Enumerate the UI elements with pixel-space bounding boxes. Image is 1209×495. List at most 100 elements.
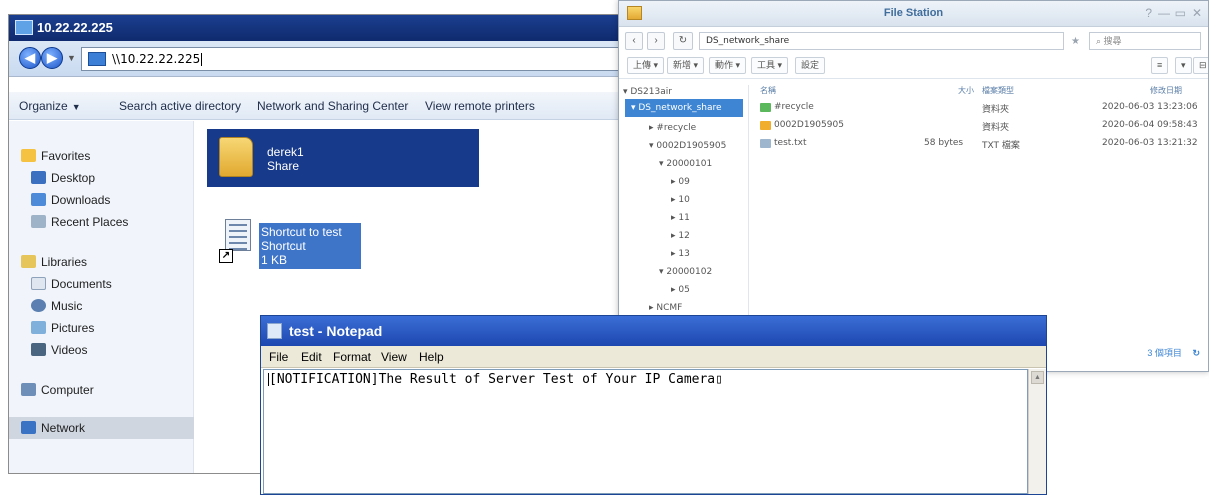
text-caret <box>201 53 203 66</box>
view-dropdown-icon[interactable]: ▾ <box>1175 57 1192 74</box>
documents-icon <box>31 277 46 290</box>
nav-videos[interactable]: Videos <box>9 339 194 361</box>
notepad-titlebar: test - Notepad <box>261 316 1046 346</box>
file-name: test.txt <box>774 138 807 148</box>
desktop-icon <box>31 171 46 184</box>
nav-desktop[interactable]: Desktop <box>9 167 194 189</box>
settings-button[interactable]: 設定 <box>795 57 826 74</box>
file-modified: 2020-06-04 09:58:43 <box>1102 120 1198 130</box>
view-printers-button[interactable]: View remote printers <box>425 99 535 113</box>
nav-computer[interactable]: Computer <box>9 379 194 401</box>
tree-node[interactable]: ▾ 20000101 <box>659 159 712 169</box>
tree-node[interactable]: ▸ #recycle <box>649 123 696 133</box>
folder-icon <box>760 121 771 130</box>
network-icon <box>21 421 36 434</box>
tree-node-selected[interactable]: ▾ DS_network_share <box>625 99 743 117</box>
upload-button[interactable]: 上傳 ▾ <box>627 57 665 74</box>
tree-node[interactable]: ▸ NCMF <box>649 303 682 313</box>
tree-node[interactable]: ▸ 13 <box>671 249 690 259</box>
share-item-derek1[interactable]: derek1 Share <box>207 129 479 187</box>
vertical-scrollbar[interactable]: ▲ <box>1028 369 1046 494</box>
notepad-title: test - Notepad <box>289 323 383 339</box>
col-name-header[interactable]: 名稱 <box>760 85 776 96</box>
refresh-icon[interactable]: ↻ <box>673 32 693 50</box>
menu-edit[interactable]: Edit <box>301 350 322 364</box>
address-row: ◀ ▶ ▼ \\10.22.22.225 <box>9 41 707 77</box>
address-input[interactable]: \\10.22.22.225 <box>81 47 701 71</box>
search-input[interactable]: ⌕ 搜尋 <box>1089 32 1201 50</box>
downloads-icon <box>31 193 46 206</box>
table-row[interactable]: test.txt 58 bytes TXT 檔案 2020-06-03 13:2… <box>750 135 1208 153</box>
share-type: Share <box>267 159 300 173</box>
filestation-titlebar: File Station ? — ▭ ✕ <box>619 1 1208 27</box>
menu-help[interactable]: Help <box>419 350 444 364</box>
tree-node[interactable]: ▸ 10 <box>671 195 690 205</box>
minimize-icon[interactable]: — <box>1158 6 1170 20</box>
file-name: 0002D1905905 <box>774 120 844 130</box>
shortcut-size: 1 KB <box>261 253 288 267</box>
scroll-up-icon[interactable]: ▲ <box>1031 371 1044 384</box>
action-button[interactable]: 動作 ▾ <box>709 57 747 74</box>
col-type-header[interactable]: 檔案類型 <box>982 85 1014 96</box>
tree-node[interactable]: ▸ 09 <box>671 177 690 187</box>
back-icon[interactable]: ‹ <box>625 32 643 50</box>
item-count: 3 個項目 <box>1147 348 1182 358</box>
list-view-icon[interactable]: ≡ <box>1151 57 1169 74</box>
table-row[interactable]: #recycle 資料夾 2020-06-03 13:23:06 <box>750 99 1208 117</box>
create-button[interactable]: 新增 ▾ <box>667 57 705 74</box>
shortcut-type: Shortcut <box>261 239 306 253</box>
tree-node[interactable]: ▸ 05 <box>671 285 690 295</box>
back-button[interactable]: ◀ <box>19 47 41 69</box>
nav-downloads[interactable]: Downloads <box>9 189 194 211</box>
star-icon <box>21 149 36 162</box>
file-modified: 2020-06-03 13:21:32 <box>1102 138 1198 148</box>
notepad-icon <box>267 323 282 339</box>
details-pane-icon[interactable]: ⊟ <box>1193 57 1208 74</box>
menu-format[interactable]: Format <box>333 350 371 364</box>
computer-icon <box>21 383 36 396</box>
forward-icon[interactable]: › <box>647 32 665 50</box>
shortcut-item-test[interactable]: Shortcut to test Shortcut 1 KB <box>259 223 361 269</box>
nav-recent-places[interactable]: Recent Places <box>9 211 194 233</box>
path-input[interactable]: DS_network_share <box>699 32 1064 50</box>
col-size-header[interactable]: 大小 <box>958 85 974 96</box>
tree-node[interactable]: ▾ 20000102 <box>659 267 712 277</box>
nav-music[interactable]: Music <box>9 295 194 317</box>
network-folder-icon <box>15 20 33 35</box>
nav-pictures[interactable]: Pictures <box>9 317 194 339</box>
forward-button[interactable]: ▶ <box>41 47 63 69</box>
tools-button[interactable]: 工具 ▾ <box>751 57 789 74</box>
notepad-window: test - Notepad File Edit Format View Hel… <box>260 315 1047 495</box>
shortcut-icon-wrap[interactable]: ↗ <box>219 219 253 269</box>
nav-libraries[interactable]: Libraries <box>9 251 194 273</box>
help-icon[interactable]: ? <box>1145 6 1152 20</box>
menu-view[interactable]: View <box>381 350 407 364</box>
file-type: 資料夾 <box>982 123 1010 133</box>
refresh-icon[interactable]: ↻ <box>1192 348 1200 358</box>
notepad-document-icon <box>225 219 251 251</box>
maximize-icon[interactable]: ▭ <box>1175 6 1186 20</box>
nav-network[interactable]: Network <box>9 417 194 439</box>
navigation-pane: Favorites Desktop Downloads Recent Place… <box>9 121 194 473</box>
videos-icon <box>31 343 46 356</box>
nav-documents-label: Documents <box>51 277 112 291</box>
nav-documents[interactable]: Documents <box>9 273 194 295</box>
col-modified-header[interactable]: 修改日期 <box>1150 85 1182 96</box>
organize-button[interactable]: Organize ▼ <box>19 99 81 113</box>
table-row[interactable]: 0002D1905905 資料夾 2020-06-04 09:58:43 <box>750 117 1208 135</box>
nav-recent-label: Recent Places <box>51 215 129 229</box>
favorite-star-icon[interactable]: ★ <box>1071 36 1080 47</box>
tree-node[interactable]: ▾ 0002D1905905 <box>649 141 726 151</box>
search-ad-button[interactable]: Search active directory <box>119 99 241 113</box>
network-sharing-button[interactable]: Network and Sharing Center <box>257 99 408 113</box>
close-icon[interactable]: ✕ <box>1192 6 1202 20</box>
menu-file[interactable]: File <box>269 350 288 364</box>
notepad-text-area[interactable]: [NOTIFICATION]The Result of Server Test … <box>263 369 1028 494</box>
nav-videos-label: Videos <box>51 343 88 357</box>
nav-favorites[interactable]: Favorites <box>9 145 194 167</box>
unknown-char-glyph: ▯ <box>715 372 723 387</box>
recent-pages-dropdown[interactable]: ▼ <box>67 53 76 63</box>
tree-node[interactable]: ▸ 12 <box>671 231 690 241</box>
tree-node[interactable]: ▸ 11 <box>671 213 690 223</box>
tree-node[interactable]: ▾ DS213air <box>623 87 672 97</box>
